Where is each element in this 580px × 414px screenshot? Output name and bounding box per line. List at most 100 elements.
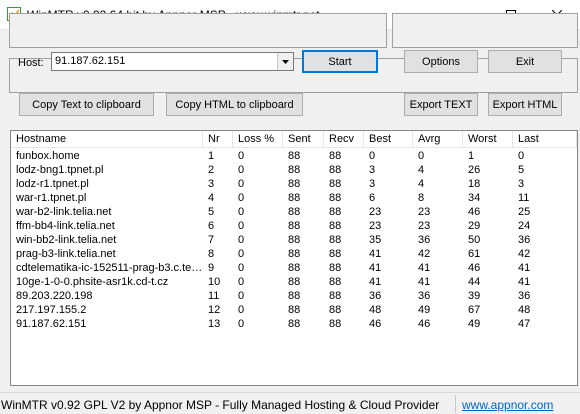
table-row[interactable]: win-bb2-link.telia.net 7 0 88 88 35 36 50 36 xyxy=(11,233,577,247)
host-label: Host: xyxy=(18,57,44,69)
cell-best: 41 xyxy=(369,276,382,288)
cell-nr: 1 xyxy=(208,150,215,162)
table-row[interactable]: ffm-bb4-link.telia.net 6 0 88 88 23 23 29 24 xyxy=(11,219,577,233)
appnor-link[interactable]: www.appnor.com xyxy=(462,398,553,412)
cell-sent: 88 xyxy=(288,164,301,176)
cell-recv: 88 xyxy=(329,192,342,204)
cell-worst: 61 xyxy=(468,248,481,260)
column-header-last[interactable]: Last xyxy=(513,131,577,148)
table-row[interactable]: war-r1.tpnet.pl 4 0 88 88 6 8 34 11 xyxy=(11,191,577,205)
cell-sent: 88 xyxy=(288,248,301,260)
table-row[interactable]: funbox.home 1 0 88 88 0 0 1 0 xyxy=(11,149,577,163)
column-header-recv[interactable]: Recv xyxy=(324,131,364,148)
cell-avrg: 23 xyxy=(418,220,431,232)
column-header-loss[interactable]: Loss % xyxy=(233,131,283,148)
table-row[interactable]: war-b2-link.telia.net 5 0 88 88 23 23 46 25 xyxy=(11,205,577,219)
host-dropdown-button[interactable] xyxy=(277,53,293,70)
cell-recv: 88 xyxy=(329,150,342,162)
cell-worst: 44 xyxy=(468,276,481,288)
cell-best: 41 xyxy=(369,248,382,260)
cell-nr: 12 xyxy=(208,304,221,316)
cell-hostname: 217.197.155.2 xyxy=(16,304,87,316)
cell-last: 36 xyxy=(518,290,531,302)
cell-worst: 67 xyxy=(468,304,481,316)
column-header-sent[interactable]: Sent xyxy=(283,131,324,148)
cell-loss: 0 xyxy=(238,164,245,176)
cell-avrg: 0 xyxy=(418,150,425,162)
cell-loss: 0 xyxy=(238,234,245,246)
cell-hostname: prag-b3-link.telia.net xyxy=(16,248,116,260)
cell-avrg: 49 xyxy=(418,304,431,316)
cell-loss: 0 xyxy=(238,262,245,274)
cell-sent: 88 xyxy=(288,234,301,246)
cell-avrg: 41 xyxy=(418,276,431,288)
cell-hostname: lodz-bng1.tpnet.pl xyxy=(16,164,104,176)
column-header-worst[interactable]: Worst xyxy=(463,131,513,148)
column-header-nr[interactable]: Nr xyxy=(203,131,233,148)
table-row[interactable]: lodz-r1.tpnet.pl 3 0 88 88 3 4 18 3 xyxy=(11,177,577,191)
cell-best: 23 xyxy=(369,220,382,232)
cell-nr: 11 xyxy=(208,290,220,302)
table-row[interactable]: lodz-bng1.tpnet.pl 2 0 88 88 3 4 26 5 xyxy=(11,163,577,177)
cell-sent: 88 xyxy=(288,150,301,162)
cell-nr: 10 xyxy=(208,276,221,288)
table-row[interactable]: 91.187.62.151 13 0 88 88 46 46 49 47 xyxy=(11,317,577,331)
host-combobox[interactable]: 91.187.62.151 xyxy=(51,52,294,71)
cell-hostname: lodz-r1.tpnet.pl xyxy=(16,178,89,190)
cell-nr: 3 xyxy=(208,178,215,190)
cell-nr: 13 xyxy=(208,318,221,330)
start-button[interactable]: Start xyxy=(302,50,378,73)
cell-worst: 49 xyxy=(468,318,481,330)
cell-last: 47 xyxy=(518,318,531,330)
cell-recv: 88 xyxy=(329,164,342,176)
cell-nr: 8 xyxy=(208,248,215,260)
cell-avrg: 8 xyxy=(418,192,425,204)
cell-worst: 34 xyxy=(468,192,481,204)
table-row[interactable]: 10ge-1-0-0.phsite-asr1k.cd-t.cz 10 0 88 88 41… xyxy=(11,275,577,289)
export-html-button[interactable]: Export HTML xyxy=(488,93,562,116)
cell-loss: 0 xyxy=(238,290,245,302)
cell-hostname: war-b2-link.telia.net xyxy=(16,206,112,218)
column-header-hostname[interactable]: Hostname xyxy=(11,131,203,148)
cell-recv: 88 xyxy=(329,290,342,302)
cell-loss: 0 xyxy=(238,220,245,232)
options-button[interactable]: Options xyxy=(404,50,478,73)
cell-avrg: 42 xyxy=(418,248,431,260)
cell-recv: 88 xyxy=(329,220,342,232)
cell-worst: 46 xyxy=(468,206,481,218)
cell-best: 35 xyxy=(369,234,382,246)
cell-last: 48 xyxy=(518,304,531,316)
cell-hostname: win-bb2-link.telia.net xyxy=(16,234,117,246)
cell-avrg: 36 xyxy=(418,234,431,246)
cell-hostname: ffm-bb4-link.telia.net xyxy=(16,220,115,232)
table-row[interactable]: 217.197.155.2 12 0 88 88 48 49 67 48 xyxy=(11,303,577,317)
cell-nr: 5 xyxy=(208,206,215,218)
cell-best: 0 xyxy=(369,150,376,162)
cell-nr: 4 xyxy=(208,192,215,204)
results-table[interactable]: Hostname Nr Loss % Sent Recv Best Avrg Worst Las… xyxy=(10,130,578,386)
cell-worst: 39 xyxy=(468,290,481,302)
cell-recv: 88 xyxy=(329,262,342,274)
cell-last: 25 xyxy=(518,206,531,218)
cell-best: 23 xyxy=(369,206,382,218)
cell-last: 41 xyxy=(518,276,531,288)
cell-hostname: 10ge-1-0-0.phsite-asr1k.cd-t.cz xyxy=(16,276,169,288)
cell-loss: 0 xyxy=(238,206,245,218)
cell-recv: 88 xyxy=(329,178,342,190)
cell-loss: 0 xyxy=(238,192,245,204)
column-header-best[interactable]: Best xyxy=(364,131,413,148)
cell-nr: 2 xyxy=(208,164,215,176)
table-row[interactable]: prag-b3-link.telia.net 8 0 88 88 41 42 61 42 xyxy=(11,247,577,261)
column-header-avrg[interactable]: Avrg xyxy=(413,131,463,148)
export-text-button[interactable]: Export TEXT xyxy=(404,93,478,116)
exit-button[interactable]: Exit xyxy=(488,50,562,73)
copy-text-button[interactable]: Copy Text to clipboard xyxy=(19,93,154,116)
host-input[interactable]: 91.187.62.151 xyxy=(55,55,125,67)
cell-best: 6 xyxy=(369,192,376,204)
status-separator xyxy=(455,395,456,413)
cell-sent: 88 xyxy=(288,220,301,232)
table-row[interactable]: 89.203.220.198 11 0 88 88 36 36 39 36 xyxy=(11,289,577,303)
copy-html-button[interactable]: Copy HTML to clipboard xyxy=(166,93,303,116)
table-row[interactable]: cdtelematika-ic-152511-prag-b3.c.telia.n… xyxy=(11,261,577,275)
cell-loss: 0 xyxy=(238,276,245,288)
